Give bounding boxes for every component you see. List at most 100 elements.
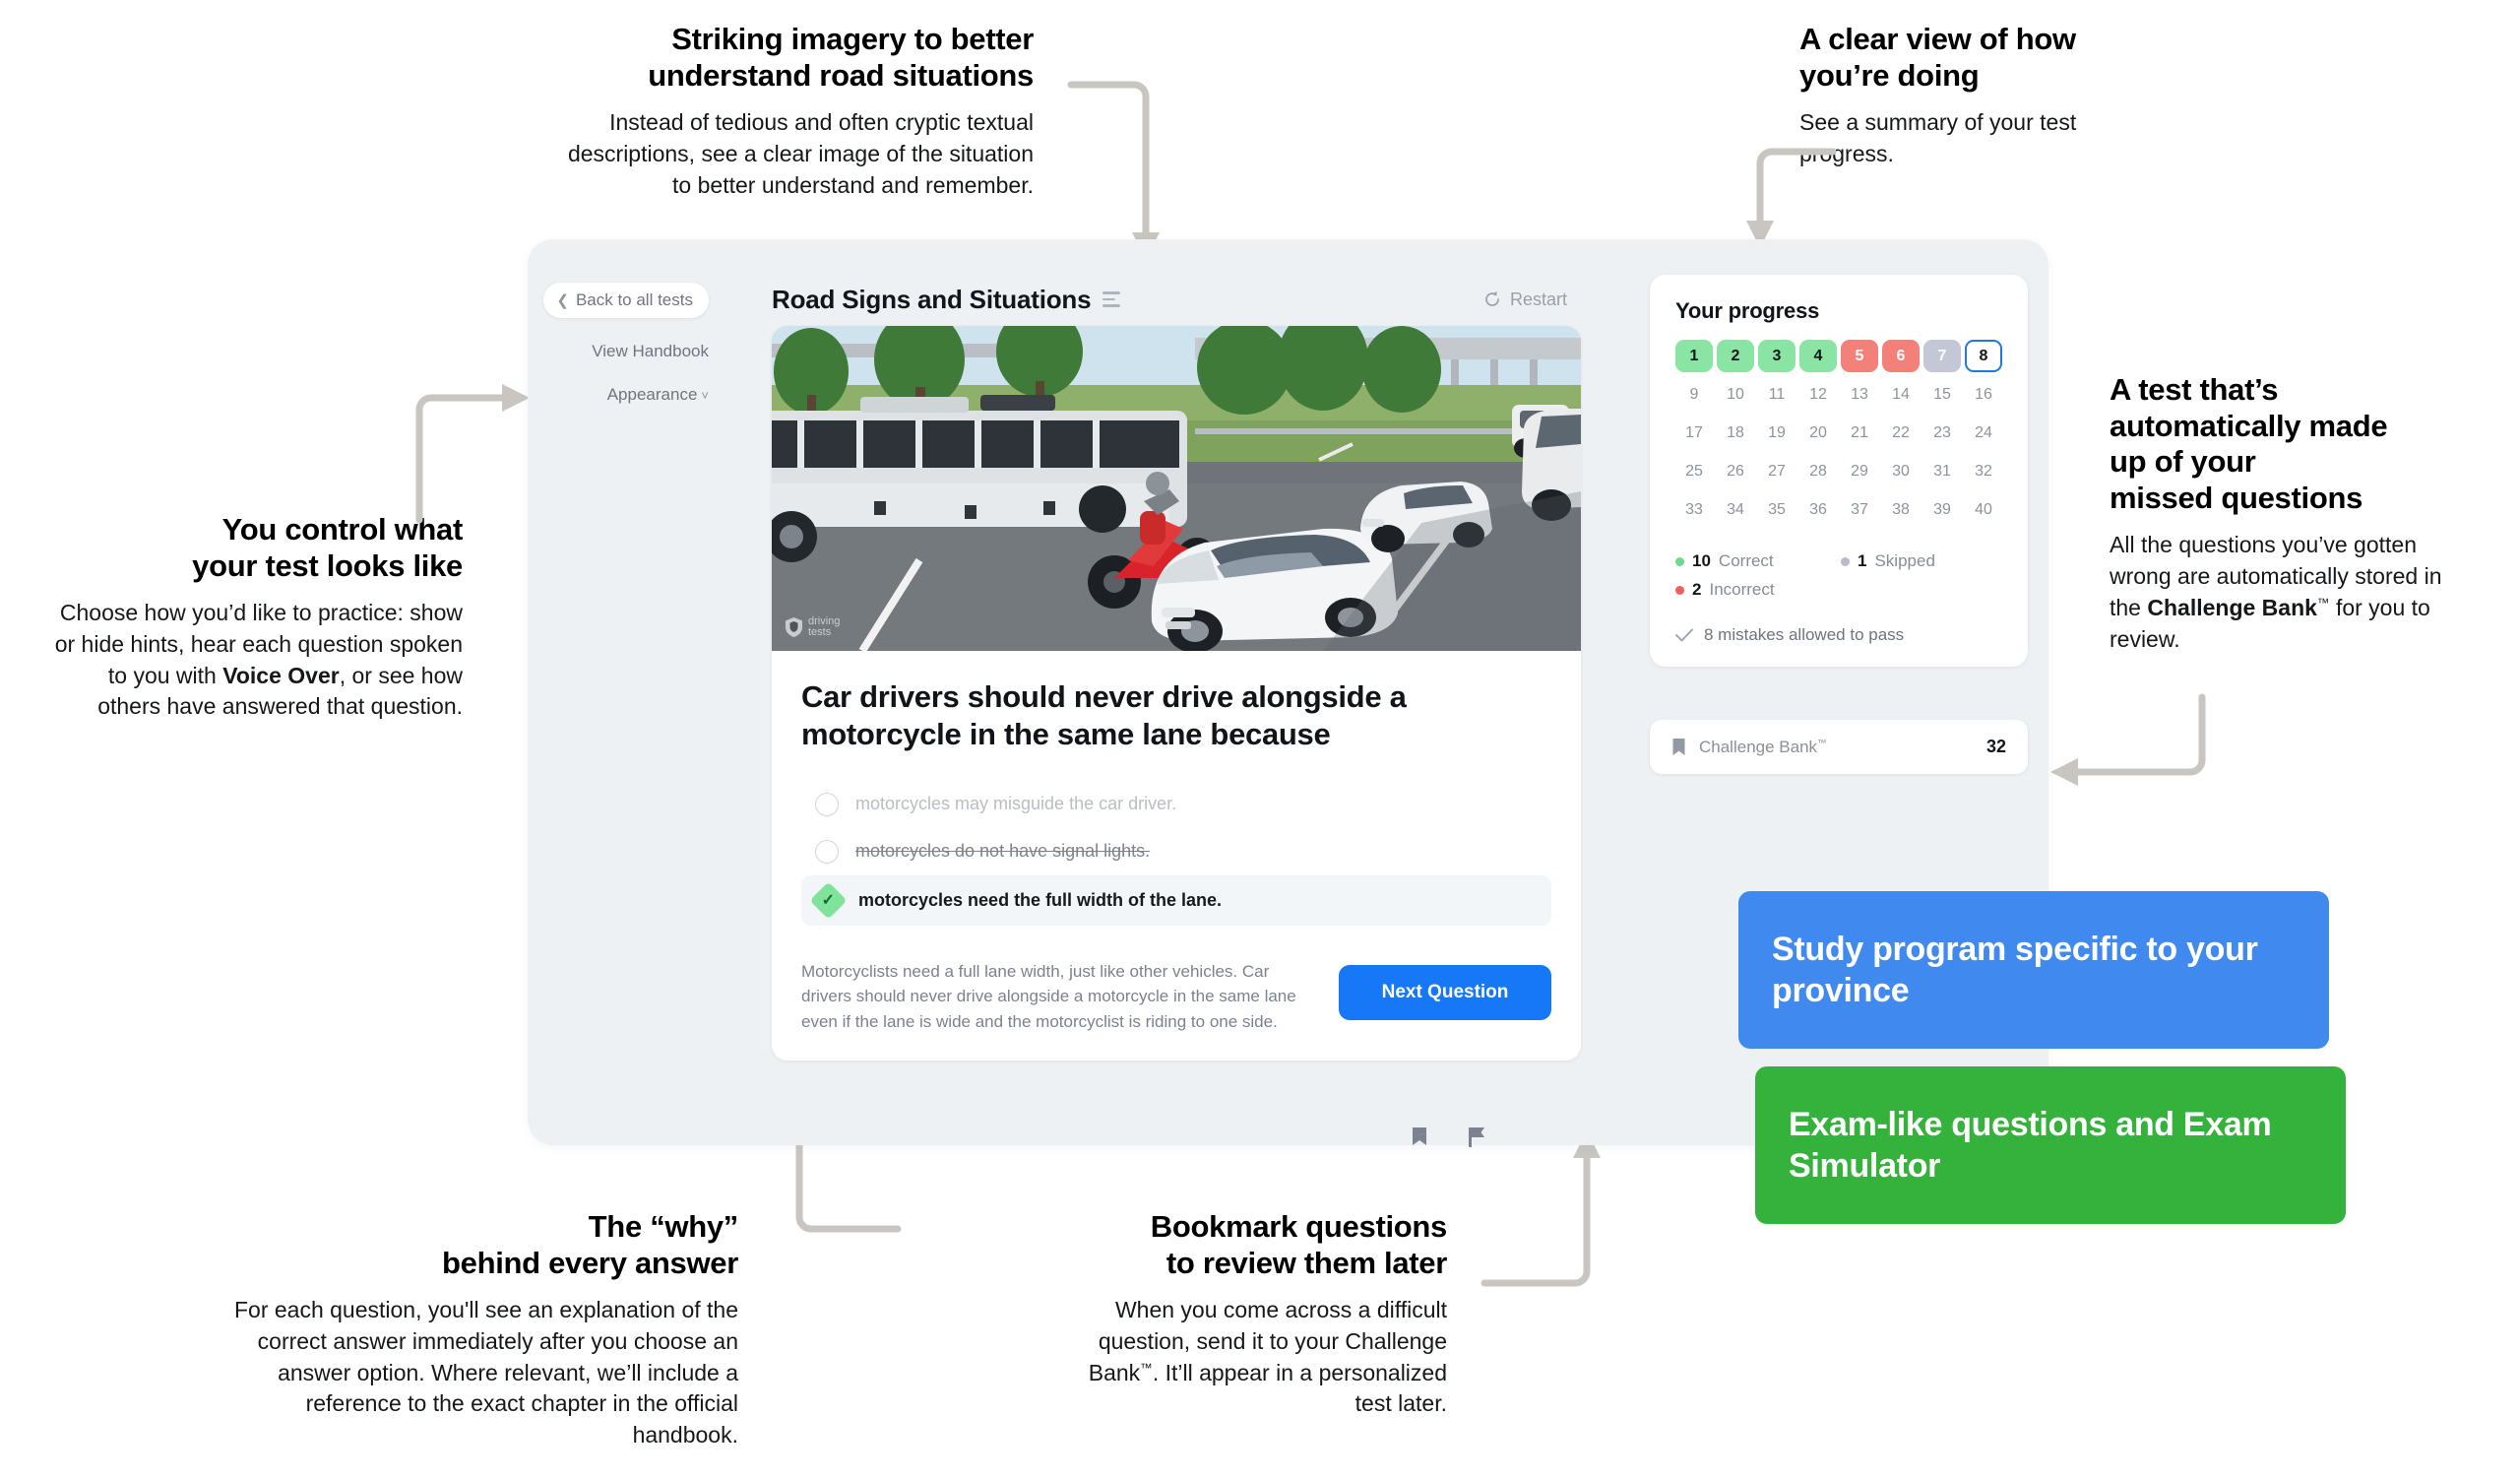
annotation-missed-body: All the questions you’ve gotten wrong ar… bbox=[2110, 530, 2474, 655]
answer-option-3-correct[interactable]: ✓ motorcycles need the full width of the… bbox=[801, 874, 1551, 926]
question-cell-9[interactable]: 9 bbox=[1675, 378, 1713, 411]
question-cell-8[interactable]: 8 bbox=[1965, 340, 2002, 372]
question-cell-1[interactable]: 1 bbox=[1675, 340, 1713, 372]
question-cell-4[interactable]: 4 bbox=[1799, 340, 1837, 372]
bookmark-icon bbox=[1672, 739, 1685, 755]
annotation-missed-title: A test that’s automatically made up of y… bbox=[2110, 372, 2388, 515]
question-footer: Motorcyclists need a full lane width, ju… bbox=[801, 959, 1551, 1035]
question-cell-16[interactable]: 16 bbox=[1965, 378, 2002, 411]
legend-incorrect: 2 Incorrect bbox=[1675, 580, 1841, 600]
answer-option-2-label: motorcycles do not have signal lights. bbox=[855, 841, 1151, 862]
question-cell-23[interactable]: 23 bbox=[1923, 417, 1961, 449]
question-text: Car drivers should never drive alongside… bbox=[801, 679, 1407, 751]
question-cell-14[interactable]: 14 bbox=[1882, 378, 1920, 411]
appearance-dropdown[interactable]: Appearance ˅ bbox=[541, 385, 709, 405]
question-body: Car drivers should never drive alongside… bbox=[772, 651, 1581, 1061]
question-cell-17[interactable]: 17 bbox=[1675, 417, 1713, 449]
annotation-imagery-title: Striking imagery to better understand ro… bbox=[648, 22, 1034, 93]
back-to-all-tests-label: Back to all tests bbox=[575, 290, 693, 309]
view-handbook-link[interactable]: View Handbook bbox=[541, 342, 709, 361]
question-cell-34[interactable]: 34 bbox=[1717, 493, 1754, 526]
annotation-clear-view-title: A clear view of how you’re doing bbox=[1799, 22, 2076, 93]
legend-correct-dot bbox=[1675, 556, 1684, 566]
annotation-imagery: Striking imagery to better understand ro… bbox=[551, 22, 1034, 201]
question-cell-28[interactable]: 28 bbox=[1799, 455, 1837, 487]
legend-incorrect-label: Incorrect bbox=[1709, 580, 1775, 599]
question-cell-2[interactable]: 2 bbox=[1717, 340, 1754, 372]
answer-option-2[interactable]: motorcycles do not have signal lights. bbox=[801, 828, 1551, 875]
page-title: Road Signs and Situations bbox=[772, 284, 1092, 314]
question-cell-5[interactable]: 5 bbox=[1841, 340, 1878, 372]
annotation-missed-body-bold: Challenge Bank bbox=[2147, 594, 2317, 620]
app-main-column: Road Signs and Situations Restart bbox=[772, 239, 1581, 324]
question-cell-21[interactable]: 21 bbox=[1841, 417, 1878, 449]
view-handbook-label: View Handbook bbox=[592, 342, 709, 360]
legend-skipped-label: Skipped bbox=[1874, 551, 1935, 570]
question-cell-35[interactable]: 35 bbox=[1758, 493, 1796, 526]
question-cell-10[interactable]: 10 bbox=[1717, 378, 1754, 411]
callout-exam-simulator: Exam-like questions and Exam Simulator bbox=[1755, 1066, 2346, 1224]
progress-legend: 10 Correct 1 Skipped 2 Incorrect bbox=[1675, 551, 2002, 600]
callout-province: Study program specific to your province bbox=[1738, 891, 2329, 1049]
annotation-control-body-bold: Voice Over bbox=[222, 662, 340, 688]
progress-panel: Your progress 1 2 3 4 5 6 7 8 9 10 11 12 13 14 15 16 17 1… bbox=[1650, 275, 2028, 667]
question-cell-12[interactable]: 12 bbox=[1799, 378, 1837, 411]
pass-requirement-row: 8 mistakes allowed to pass bbox=[1675, 621, 2002, 645]
question-cell-40[interactable]: 40 bbox=[1965, 493, 2002, 526]
annotation-bookmark: Bookmark questions to review them later … bbox=[1053, 1209, 1448, 1420]
question-cell-30[interactable]: 30 bbox=[1882, 455, 1920, 487]
radio-icon bbox=[815, 792, 839, 816]
list-lines-icon[interactable] bbox=[1102, 291, 1121, 307]
challenge-bank-label: Challenge Bank™ bbox=[1699, 738, 1826, 757]
question-cell-36[interactable]: 36 bbox=[1799, 493, 1837, 526]
question-cell-20[interactable]: 20 bbox=[1799, 417, 1837, 449]
question-cell-31[interactable]: 31 bbox=[1923, 455, 1961, 487]
radio-icon bbox=[815, 839, 839, 864]
legend-skipped: 1 Skipped bbox=[1841, 551, 1935, 571]
challenge-bank-row[interactable]: Challenge Bank™ 32 bbox=[1650, 720, 2028, 774]
question-scene-image: driving tests bbox=[772, 326, 1581, 651]
question-cell-22[interactable]: 22 bbox=[1882, 417, 1920, 449]
answer-options: motorcycles may misguide the car driver.… bbox=[801, 781, 1551, 926]
question-cell-11[interactable]: 11 bbox=[1758, 378, 1796, 411]
watermark-line-2: tests bbox=[808, 626, 832, 639]
question-cell-13[interactable]: 13 bbox=[1841, 378, 1878, 411]
question-cell-6[interactable]: 6 bbox=[1882, 340, 1920, 372]
legend-incorrect-dot bbox=[1675, 585, 1684, 595]
legend-correct-label: Correct bbox=[1718, 551, 1774, 570]
question-cell-19[interactable]: 19 bbox=[1758, 417, 1796, 449]
question-cell-26[interactable]: 26 bbox=[1717, 455, 1754, 487]
question-cell-37[interactable]: 37 bbox=[1841, 493, 1878, 526]
arrow-missed-to-challengebank bbox=[2050, 693, 2206, 786]
question-cell-3[interactable]: 3 bbox=[1758, 340, 1796, 372]
question-cell-15[interactable]: 15 bbox=[1923, 378, 1961, 411]
restart-button[interactable]: Restart bbox=[1482, 290, 1581, 310]
question-cell-32[interactable]: 32 bbox=[1965, 455, 2002, 487]
answer-option-1[interactable]: motorcycles may misguide the car driver. bbox=[801, 781, 1551, 828]
question-cell-7[interactable]: 7 bbox=[1923, 340, 1961, 372]
question-cell-38[interactable]: 38 bbox=[1882, 493, 1920, 526]
arrow-control-to-rail bbox=[415, 384, 530, 524]
pass-requirement-label: 8 mistakes allowed to pass bbox=[1704, 625, 1905, 644]
annotation-clear-view-body: See a summary of your test progress. bbox=[1799, 109, 2077, 166]
question-cell-18[interactable]: 18 bbox=[1717, 417, 1754, 449]
question-cell-25[interactable]: 25 bbox=[1675, 455, 1713, 487]
chevron-down-icon: ˅ bbox=[701, 388, 709, 403]
question-cell-29[interactable]: 29 bbox=[1841, 455, 1878, 487]
question-cell-24[interactable]: 24 bbox=[1965, 417, 2002, 449]
answer-option-3-label: motorcycles need the full width of the l… bbox=[858, 889, 1223, 910]
legend-skipped-count: 1 bbox=[1858, 551, 1867, 570]
infographic-canvas: Striking imagery to better understand ro… bbox=[0, 0, 2520, 1480]
legend-incorrect-count: 2 bbox=[1692, 580, 1702, 599]
bookmark-icon[interactable] bbox=[1410, 1126, 1429, 1152]
legend-row-2: 2 Incorrect bbox=[1675, 580, 2002, 600]
question-cell-27[interactable]: 27 bbox=[1758, 455, 1796, 487]
answer-option-1-label: motorcycles may misguide the car driver. bbox=[855, 794, 1177, 814]
question-cell-39[interactable]: 39 bbox=[1923, 493, 1961, 526]
annotation-imagery-body: Instead of tedious and often cryptic tex… bbox=[567, 109, 1034, 198]
flag-icon[interactable] bbox=[1467, 1126, 1486, 1152]
back-to-all-tests-button[interactable]: ❮ Back to all tests bbox=[543, 283, 709, 318]
question-cell-33[interactable]: 33 bbox=[1675, 493, 1713, 526]
next-question-button[interactable]: Next Question bbox=[1339, 964, 1551, 1020]
legend-skipped-dot bbox=[1841, 556, 1850, 566]
